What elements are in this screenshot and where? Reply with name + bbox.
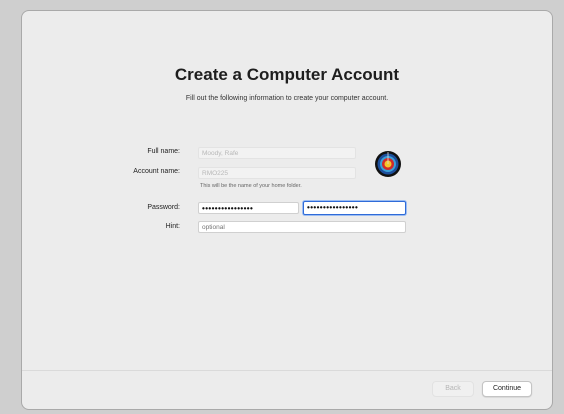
continue-button[interactable]: Continue: [482, 381, 532, 397]
account-name-note: This will be the name of your home folde…: [200, 183, 302, 189]
password-field[interactable]: ••••••••••••••••: [198, 202, 299, 214]
full-name-label: Full name:: [147, 148, 180, 155]
page-subtitle: Fill out the following information to cr…: [185, 95, 389, 102]
password-label: Password:: [147, 204, 180, 211]
account-name-label: Account name:: [133, 168, 180, 175]
archery-target-icon: [375, 151, 401, 177]
setup-assistant-window: Create a Computer Account Fill out the f…: [21, 10, 553, 410]
full-name-field[interactable]: Moody, Rafe: [198, 147, 356, 159]
footer-divider: [22, 370, 552, 371]
verify-password-field[interactable]: ••••••••••••••••: [303, 201, 406, 215]
page-title: Create a Computer Account: [174, 65, 400, 84]
hint-label: Hint:: [165, 223, 180, 230]
hint-field[interactable]: [198, 221, 406, 233]
back-button[interactable]: Back: [432, 381, 474, 397]
account-name-field[interactable]: RMO225: [198, 167, 356, 179]
user-picture-button[interactable]: [374, 150, 402, 178]
